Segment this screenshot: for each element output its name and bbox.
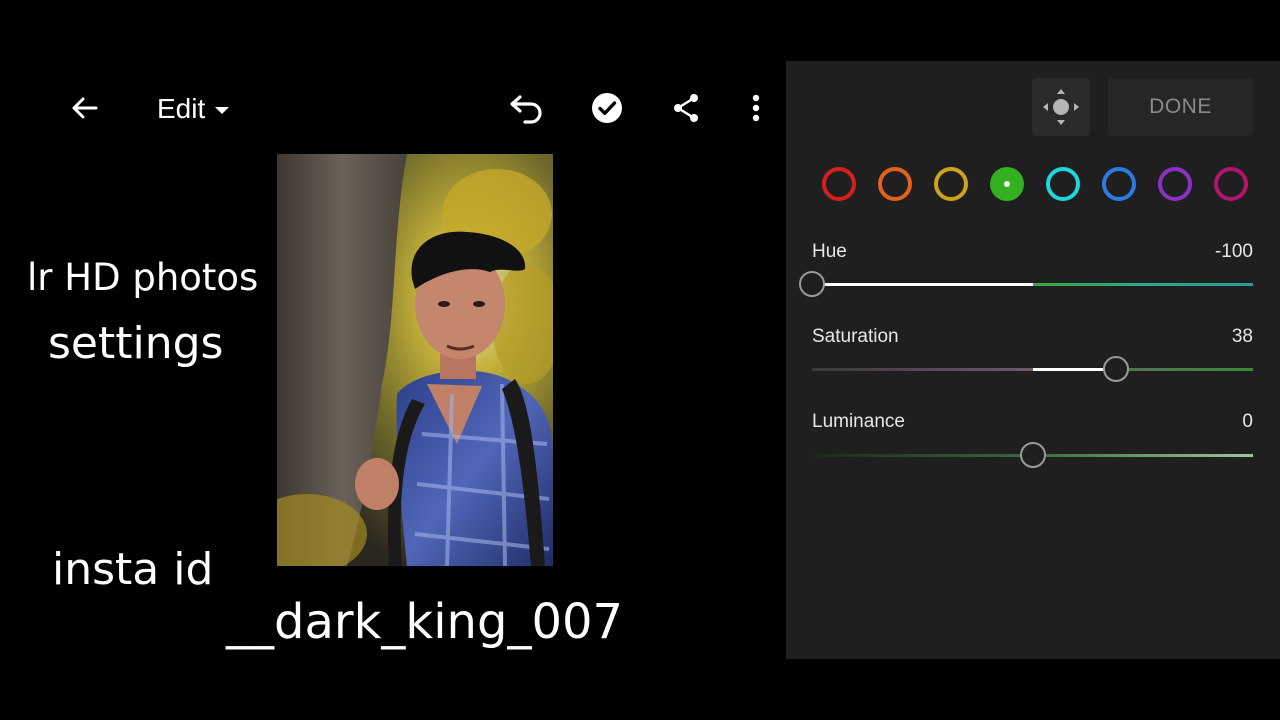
selected-dot-icon xyxy=(1004,181,1010,187)
edit-mode-label: Edit xyxy=(157,93,206,124)
color-swatch-row xyxy=(822,167,1248,201)
luminance-value: 0 xyxy=(1242,411,1253,432)
color-swatch-green[interactable] xyxy=(990,167,1024,201)
color-swatch-orange[interactable] xyxy=(878,167,912,201)
overlay-subtitle-line: settings xyxy=(48,318,224,369)
slider-fill xyxy=(812,283,1033,286)
slider-thumb[interactable] xyxy=(1019,442,1046,468)
portrait-photo xyxy=(277,154,553,566)
hue-slider[interactable] xyxy=(799,271,1253,297)
overlay-title-line: lr HD photos xyxy=(27,256,259,299)
saturation-value: 38 xyxy=(1231,326,1253,347)
hue-label: Hue xyxy=(812,241,847,262)
share-icon[interactable] xyxy=(666,88,706,128)
photo-preview[interactable] xyxy=(277,154,553,566)
checkmark-icon[interactable] xyxy=(587,88,627,128)
color-swatch-magenta[interactable] xyxy=(1214,167,1248,201)
done-button[interactable]: DONE xyxy=(1108,78,1253,136)
color-swatch-yellow[interactable] xyxy=(934,167,968,201)
luminance-label: Luminance xyxy=(812,411,905,432)
more-vert-icon[interactable] xyxy=(736,88,776,128)
caret-down-icon xyxy=(215,107,230,114)
color-swatch-aqua[interactable] xyxy=(1046,167,1080,201)
luminance-slider[interactable] xyxy=(812,442,1253,468)
slider-thumb[interactable] xyxy=(1103,356,1130,382)
hsl-color-panel: DONE Hue -100 Saturation 38 Luminance 0 xyxy=(786,61,1280,659)
color-swatch-purple[interactable] xyxy=(1158,167,1192,201)
color-swatch-red[interactable] xyxy=(822,167,856,201)
undo-icon[interactable] xyxy=(507,88,547,128)
overlay-insta-handle: __dark_king_007 xyxy=(226,594,624,650)
hue-value: -100 xyxy=(1214,241,1253,262)
overlay-insta-label: insta id xyxy=(52,544,214,595)
back-arrow-icon[interactable] xyxy=(64,88,104,128)
color-swatch-blue[interactable] xyxy=(1102,167,1136,201)
saturation-slider[interactable] xyxy=(812,356,1253,382)
targeted-adjustment-icon[interactable] xyxy=(1032,78,1090,136)
saturation-label: Saturation xyxy=(812,326,899,347)
slider-thumb[interactable] xyxy=(799,271,825,297)
edit-mode-dropdown[interactable]: Edit xyxy=(157,90,230,128)
